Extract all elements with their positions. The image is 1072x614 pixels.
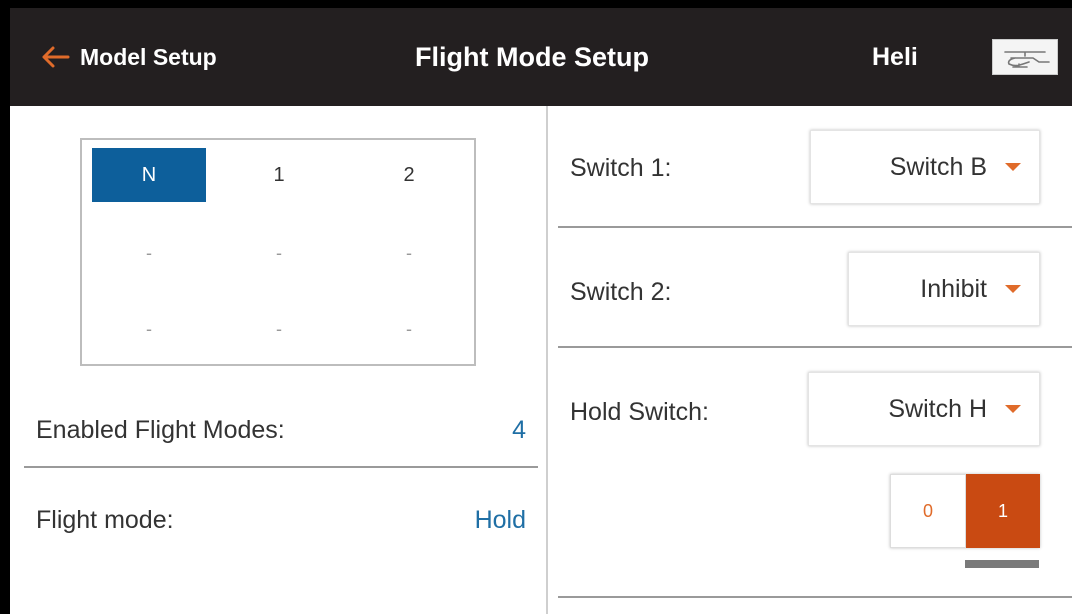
caret-down-icon: [1005, 405, 1021, 413]
enabled-modes-value: 4: [512, 416, 526, 444]
caret-down-icon: [1005, 285, 1021, 293]
flight-mode-value: Hold: [474, 506, 526, 534]
caret-down-icon: [1005, 163, 1021, 171]
left-panel: N 1 2 - - - - - - Enabled Flight Modes: …: [10, 106, 546, 614]
mode-cell-1[interactable]: 1: [222, 148, 336, 202]
mode-cell-empty: -: [146, 318, 152, 339]
mode-cell-empty: -: [146, 242, 152, 263]
mode-cell-empty: -: [276, 242, 282, 263]
mode-cell-empty: -: [276, 318, 282, 339]
hold-switch-value: Switch H: [888, 394, 987, 423]
switch2-dropdown[interactable]: Inhibit: [848, 252, 1040, 326]
divider: [24, 466, 538, 468]
switch2-label: Switch 2:: [570, 278, 672, 306]
hold-position-0-button[interactable]: 0: [890, 474, 966, 548]
screen: Model Setup Flight Mode Setup Heli N 1 2…: [10, 8, 1072, 614]
divider: [558, 596, 1072, 598]
mode-cell-empty: -: [406, 318, 412, 339]
mode-cell-empty: -: [406, 242, 412, 263]
hold-position-toggle: 0 1: [890, 474, 1040, 548]
helicopter-icon: [1004, 51, 1050, 68]
divider: [558, 346, 1072, 348]
switch1-dropdown[interactable]: Switch B: [810, 130, 1040, 204]
switch1-label: Switch 1:: [570, 154, 672, 182]
hold-position-1-button[interactable]: 1: [966, 474, 1040, 548]
flight-mode-grid: N 1 2 - - - - - -: [80, 138, 476, 366]
mode-cell-2[interactable]: 2: [352, 148, 466, 202]
hold-switch-label: Hold Switch:: [570, 398, 709, 426]
enabled-modes-label: Enabled Flight Modes:: [36, 416, 285, 444]
switch2-value: Inhibit: [920, 274, 987, 303]
back-label: Model Setup: [80, 43, 217, 70]
switch-position-indicator: [965, 560, 1039, 568]
panel-divider: [546, 106, 548, 614]
mode-cell-n[interactable]: N: [92, 148, 206, 202]
header-bar: Model Setup Flight Mode Setup Heli: [10, 8, 1072, 106]
switch1-value: Switch B: [889, 152, 987, 181]
back-button[interactable]: Model Setup: [40, 8, 217, 106]
model-name: Heli: [872, 43, 918, 71]
hold-switch-dropdown[interactable]: Switch H: [808, 372, 1040, 446]
flight-mode-label: Flight mode:: [36, 506, 174, 534]
model-thumbnail[interactable]: [992, 39, 1058, 75]
page-title: Flight Mode Setup: [415, 42, 649, 72]
arrow-left-icon: [42, 46, 70, 68]
divider: [558, 226, 1072, 228]
